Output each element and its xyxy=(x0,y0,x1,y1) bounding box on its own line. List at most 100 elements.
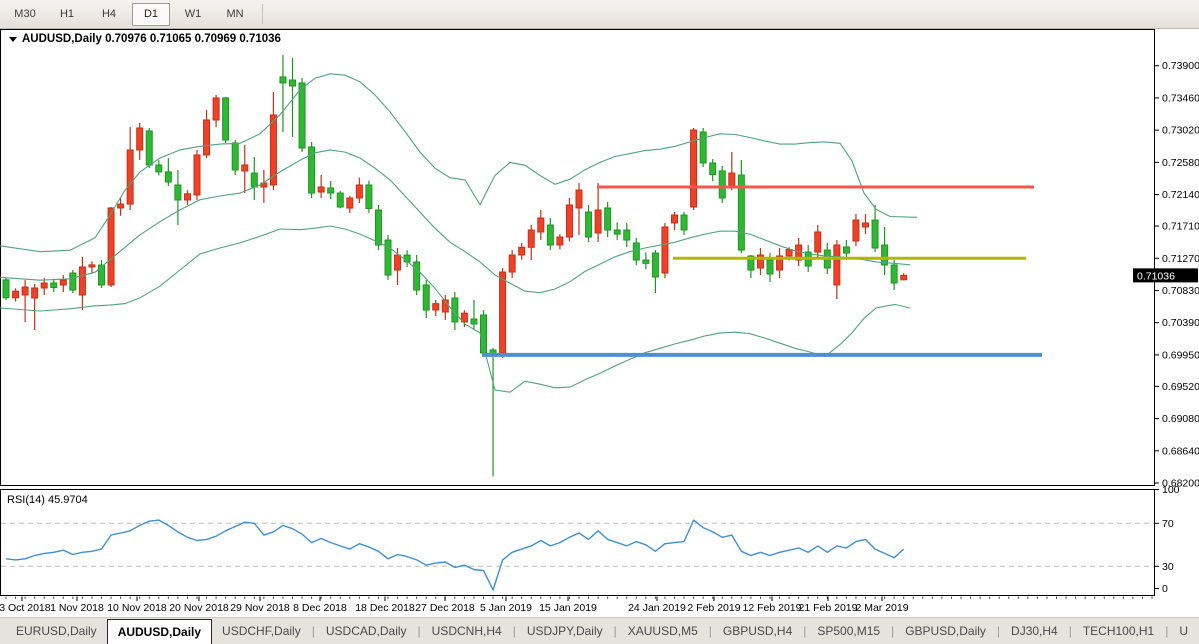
candle-body xyxy=(395,255,401,270)
candle-body xyxy=(70,273,76,290)
candle-body xyxy=(786,249,792,256)
candle-body xyxy=(414,262,420,290)
chart-tab-audusd-daily[interactable]: AUDUSD,Daily xyxy=(107,619,212,644)
price-axis-label: 0.69080 xyxy=(1162,413,1199,425)
candle-body xyxy=(290,80,296,86)
date-axis-label: 2 Mar 2019 xyxy=(855,602,908,614)
rsi-axis-label: 30 xyxy=(1162,561,1174,573)
candle-body xyxy=(41,283,47,288)
candle-body xyxy=(719,171,725,198)
candle-body xyxy=(251,173,257,187)
price-axis-label: 0.73900 xyxy=(1162,60,1199,72)
timeframe-button-mn[interactable]: MN xyxy=(216,3,254,26)
candle-body xyxy=(662,227,668,273)
candle-body xyxy=(605,208,611,230)
rsi-axis-label: 0 xyxy=(1162,583,1168,595)
price-axis-label: 0.69950 xyxy=(1162,349,1199,361)
price-axis-label: 0.70390 xyxy=(1162,317,1199,329)
candle-body xyxy=(500,272,506,353)
candle-body xyxy=(60,280,66,285)
price-axis-label: 0.69520 xyxy=(1162,381,1199,393)
candle-body xyxy=(213,98,219,120)
candle-body xyxy=(299,83,305,148)
candle-body xyxy=(156,165,162,172)
chart-tab-usdcnh-h4[interactable]: USDCNH,H4 xyxy=(422,618,512,644)
candle-body xyxy=(242,165,248,171)
candle-body xyxy=(51,283,57,288)
price-axis-label: 0.73020 xyxy=(1162,125,1199,137)
candle-body xyxy=(519,247,525,255)
candle-body xyxy=(566,205,572,237)
chart-tab-xauusd-m5[interactable]: XAUUSD,M5 xyxy=(618,618,708,644)
candle-body xyxy=(872,220,878,248)
chart-tab-sp500-m15[interactable]: SP500,M15 xyxy=(807,618,890,644)
candle-body xyxy=(385,240,391,275)
candle-body xyxy=(729,173,735,187)
candle-body xyxy=(89,265,95,267)
date-axis-label: 20 Nov 2018 xyxy=(169,602,229,614)
timeframe-toolbar: M30H1H4D1W1MN xyxy=(0,0,1199,29)
candle-body xyxy=(232,143,238,170)
chart-tab-dj30-h4[interactable]: DJ30,H4 xyxy=(1001,618,1068,644)
candle-body xyxy=(184,194,190,200)
candle-body xyxy=(194,155,200,195)
rsi-indicator-label: RSI(14) 45.9704 xyxy=(7,494,88,506)
timeframe-button-h4[interactable]: H4 xyxy=(90,3,128,26)
candle-body xyxy=(318,187,324,192)
candle-body xyxy=(624,230,630,240)
chart-canvas[interactable]: 0.739000.734600.730200.725800.721400.717… xyxy=(0,29,1199,617)
candle-body xyxy=(146,131,152,165)
candle-body xyxy=(815,232,821,252)
candle-body xyxy=(633,243,639,260)
date-axis-label: 10 Nov 2018 xyxy=(107,602,167,614)
date-axis-label: 21 Feb 2019 xyxy=(799,602,858,614)
price-axis-label: 0.71270 xyxy=(1162,253,1199,265)
chart-tab-usdcad-daily[interactable]: USDCAD,Daily xyxy=(316,618,417,644)
timeframe-button-d1[interactable]: D1 xyxy=(132,3,170,26)
price-axis-label: 0.68640 xyxy=(1162,445,1199,457)
chart-tab-eurusd-daily[interactable]: EURUSD,Daily xyxy=(6,618,107,644)
candle-body xyxy=(614,230,620,234)
candle-body xyxy=(3,280,9,298)
candle-body xyxy=(891,265,897,283)
candle-body xyxy=(471,319,477,324)
candle-body xyxy=(853,220,859,241)
rsi-axis-label: 100 xyxy=(1162,484,1180,496)
candle-body xyxy=(528,230,534,247)
date-axis-label: 23 Oct 2018 xyxy=(0,602,51,614)
candle-body xyxy=(547,225,553,245)
symbol-tab-bar: EURUSD,DailyAUDUSD,DailyUSDCHF,Daily|USD… xyxy=(0,617,1199,644)
candle-body xyxy=(681,215,687,230)
candle-body xyxy=(863,223,869,227)
date-axis-label: 29 Nov 2018 xyxy=(230,602,290,614)
chart-tab-u[interactable]: U xyxy=(1169,618,1198,644)
candle-body xyxy=(32,288,38,298)
candle-body xyxy=(538,218,544,232)
candle-body xyxy=(347,198,353,208)
timeframe-button-m30[interactable]: M30 xyxy=(6,3,44,26)
candle-body xyxy=(79,267,85,295)
candle-body xyxy=(280,77,286,83)
price-axis-label: 0.72140 xyxy=(1162,189,1199,201)
candle-body xyxy=(337,193,343,207)
candle-body xyxy=(595,210,601,233)
chart-tab-usdchf-daily[interactable]: USDCHF,Daily xyxy=(212,618,311,644)
date-axis-label: 24 Jan 2019 xyxy=(628,602,686,614)
timeframe-button-h1[interactable]: H1 xyxy=(48,3,86,26)
chart-tab-usdjpy-daily[interactable]: USDJPY,Daily xyxy=(517,618,613,644)
chart-tab-gbpusd-h4[interactable]: GBPUSD,H4 xyxy=(713,618,802,644)
chart-tab-tech100-h1[interactable]: TECH100,H1 xyxy=(1073,618,1164,644)
date-axis-label: 2 Feb 2019 xyxy=(687,602,740,614)
candle-body xyxy=(433,304,439,310)
date-axis-label: 15 Jan 2019 xyxy=(539,602,597,614)
rsi-axis-label: 70 xyxy=(1162,518,1174,530)
candle-body xyxy=(710,163,716,175)
candle-body xyxy=(423,285,429,310)
candle-body xyxy=(118,204,124,208)
candle-body xyxy=(366,185,372,208)
candle-body xyxy=(175,185,181,200)
chart-tab-gbpusd-daily[interactable]: GBPUSD,Daily xyxy=(895,618,996,644)
date-axis-label: 27 Dec 2018 xyxy=(415,602,475,614)
timeframe-button-w1[interactable]: W1 xyxy=(174,3,212,26)
candle-body xyxy=(13,291,19,298)
